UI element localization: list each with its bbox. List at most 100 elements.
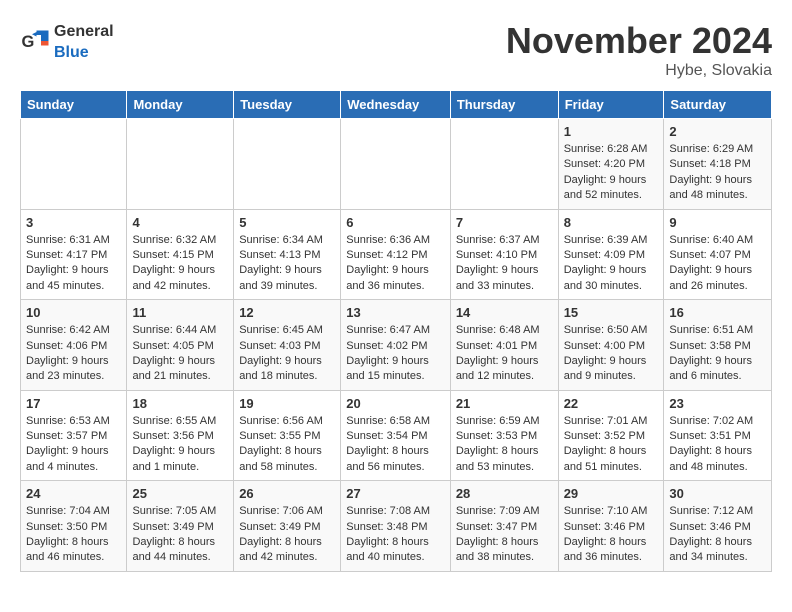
day-cell-1-5: 8 Sunrise: 6:39 AMSunset: 4:09 PMDayligh…: [558, 209, 664, 300]
day-info: Sunrise: 6:53 AMSunset: 3:57 PMDaylight:…: [26, 414, 121, 476]
day-info: Sunrise: 6:36 AMSunset: 4:12 PMDaylight:…: [346, 233, 445, 295]
day-number: 25: [132, 486, 228, 501]
day-info: Sunrise: 7:12 AMSunset: 3:46 PMDaylight:…: [669, 504, 766, 566]
day-number: 21: [456, 396, 553, 411]
day-cell-2-3: 13 Sunrise: 6:47 AMSunset: 4:02 PMDaylig…: [341, 300, 451, 391]
day-info: Sunrise: 6:32 AMSunset: 4:15 PMDaylight:…: [132, 233, 228, 295]
day-cell-2-1: 11 Sunrise: 6:44 AMSunset: 4:05 PMDaylig…: [127, 300, 234, 391]
day-info: Sunrise: 6:34 AMSunset: 4:13 PMDaylight:…: [239, 233, 335, 295]
day-number: 28: [456, 486, 553, 501]
day-number: 4: [132, 215, 228, 230]
day-number: 23: [669, 396, 766, 411]
day-number: 8: [564, 215, 659, 230]
day-cell-0-2: [234, 119, 341, 210]
day-number: 30: [669, 486, 766, 501]
day-cell-0-4: [450, 119, 558, 210]
logo: G General Blue: [20, 20, 114, 62]
day-number: 11: [132, 305, 228, 320]
day-number: 9: [669, 215, 766, 230]
day-cell-1-4: 7 Sunrise: 6:37 AMSunset: 4:10 PMDayligh…: [450, 209, 558, 300]
day-number: 12: [239, 305, 335, 320]
week-row-3: 10 Sunrise: 6:42 AMSunset: 4:06 PMDaylig…: [21, 300, 772, 391]
day-number: 24: [26, 486, 121, 501]
day-cell-4-0: 24 Sunrise: 7:04 AMSunset: 3:50 PMDaylig…: [21, 481, 127, 572]
day-cell-2-0: 10 Sunrise: 6:42 AMSunset: 4:06 PMDaylig…: [21, 300, 127, 391]
logo-general: General: [54, 23, 114, 40]
day-number: 3: [26, 215, 121, 230]
day-info: Sunrise: 6:56 AMSunset: 3:55 PMDaylight:…: [239, 414, 335, 476]
day-cell-4-3: 27 Sunrise: 7:08 AMSunset: 3:48 PMDaylig…: [341, 481, 451, 572]
day-cell-0-3: [341, 119, 451, 210]
day-info: Sunrise: 6:39 AMSunset: 4:09 PMDaylight:…: [564, 233, 659, 295]
header-sunday: Sunday: [21, 91, 127, 119]
day-cell-4-1: 25 Sunrise: 7:05 AMSunset: 3:49 PMDaylig…: [127, 481, 234, 572]
day-info: Sunrise: 6:37 AMSunset: 4:10 PMDaylight:…: [456, 233, 553, 295]
location: Hybe, Slovakia: [506, 62, 772, 80]
day-info: Sunrise: 6:58 AMSunset: 3:54 PMDaylight:…: [346, 414, 445, 476]
day-cell-2-6: 16 Sunrise: 6:51 AMSunset: 3:58 PMDaylig…: [664, 300, 772, 391]
week-row-1: 1 Sunrise: 6:28 AMSunset: 4:20 PMDayligh…: [21, 119, 772, 210]
day-info: Sunrise: 7:08 AMSunset: 3:48 PMDaylight:…: [346, 504, 445, 566]
day-cell-4-2: 26 Sunrise: 7:06 AMSunset: 3:49 PMDaylig…: [234, 481, 341, 572]
weekday-header-row: SundayMondayTuesdayWednesdayThursdayFrid…: [21, 91, 772, 119]
week-row-2: 3 Sunrise: 6:31 AMSunset: 4:17 PMDayligh…: [21, 209, 772, 300]
day-number: 19: [239, 396, 335, 411]
day-cell-2-5: 15 Sunrise: 6:50 AMSunset: 4:00 PMDaylig…: [558, 300, 664, 391]
day-number: 22: [564, 396, 659, 411]
day-info: Sunrise: 6:31 AMSunset: 4:17 PMDaylight:…: [26, 233, 121, 295]
title-block: November 2024 Hybe, Slovakia: [506, 20, 772, 80]
header-saturday: Saturday: [664, 91, 772, 119]
day-info: Sunrise: 6:42 AMSunset: 4:06 PMDaylight:…: [26, 323, 121, 385]
day-number: 26: [239, 486, 335, 501]
day-number: 6: [346, 215, 445, 230]
day-cell-2-2: 12 Sunrise: 6:45 AMSunset: 4:03 PMDaylig…: [234, 300, 341, 391]
svg-text:G: G: [22, 33, 35, 51]
week-row-5: 24 Sunrise: 7:04 AMSunset: 3:50 PMDaylig…: [21, 481, 772, 572]
day-cell-0-5: 1 Sunrise: 6:28 AMSunset: 4:20 PMDayligh…: [558, 119, 664, 210]
day-info: Sunrise: 6:29 AMSunset: 4:18 PMDaylight:…: [669, 142, 766, 204]
day-cell-1-6: 9 Sunrise: 6:40 AMSunset: 4:07 PMDayligh…: [664, 209, 772, 300]
day-cell-3-6: 23 Sunrise: 7:02 AMSunset: 3:51 PMDaylig…: [664, 390, 772, 481]
calendar-table: SundayMondayTuesdayWednesdayThursdayFrid…: [20, 90, 772, 572]
day-cell-3-4: 21 Sunrise: 6:59 AMSunset: 3:53 PMDaylig…: [450, 390, 558, 481]
day-cell-3-5: 22 Sunrise: 7:01 AMSunset: 3:52 PMDaylig…: [558, 390, 664, 481]
header-monday: Monday: [127, 91, 234, 119]
day-info: Sunrise: 6:59 AMSunset: 3:53 PMDaylight:…: [456, 414, 553, 476]
day-number: 13: [346, 305, 445, 320]
day-info: Sunrise: 6:50 AMSunset: 4:00 PMDaylight:…: [564, 323, 659, 385]
day-cell-4-5: 29 Sunrise: 7:10 AMSunset: 3:46 PMDaylig…: [558, 481, 664, 572]
day-info: Sunrise: 6:28 AMSunset: 4:20 PMDaylight:…: [564, 142, 659, 204]
logo-icon: G: [20, 26, 50, 56]
logo-blue: Blue: [54, 44, 89, 61]
day-number: 1: [564, 124, 659, 139]
day-number: 16: [669, 305, 766, 320]
page-header: G General Blue November 2024 Hybe, Slova…: [20, 20, 772, 80]
day-info: Sunrise: 6:48 AMSunset: 4:01 PMDaylight:…: [456, 323, 553, 385]
day-info: Sunrise: 7:09 AMSunset: 3:47 PMDaylight:…: [456, 504, 553, 566]
day-number: 17: [26, 396, 121, 411]
day-cell-3-1: 18 Sunrise: 6:55 AMSunset: 3:56 PMDaylig…: [127, 390, 234, 481]
day-info: Sunrise: 7:06 AMSunset: 3:49 PMDaylight:…: [239, 504, 335, 566]
day-info: Sunrise: 7:02 AMSunset: 3:51 PMDaylight:…: [669, 414, 766, 476]
week-row-4: 17 Sunrise: 6:53 AMSunset: 3:57 PMDaylig…: [21, 390, 772, 481]
header-friday: Friday: [558, 91, 664, 119]
day-info: Sunrise: 6:40 AMSunset: 4:07 PMDaylight:…: [669, 233, 766, 295]
day-number: 18: [132, 396, 228, 411]
day-info: Sunrise: 6:45 AMSunset: 4:03 PMDaylight:…: [239, 323, 335, 385]
day-info: Sunrise: 7:04 AMSunset: 3:50 PMDaylight:…: [26, 504, 121, 566]
day-cell-0-0: [21, 119, 127, 210]
day-cell-1-1: 4 Sunrise: 6:32 AMSunset: 4:15 PMDayligh…: [127, 209, 234, 300]
day-cell-3-3: 20 Sunrise: 6:58 AMSunset: 3:54 PMDaylig…: [341, 390, 451, 481]
day-cell-3-2: 19 Sunrise: 6:56 AMSunset: 3:55 PMDaylig…: [234, 390, 341, 481]
day-cell-4-4: 28 Sunrise: 7:09 AMSunset: 3:47 PMDaylig…: [450, 481, 558, 572]
header-wednesday: Wednesday: [341, 91, 451, 119]
day-number: 10: [26, 305, 121, 320]
day-info: Sunrise: 6:44 AMSunset: 4:05 PMDaylight:…: [132, 323, 228, 385]
day-info: Sunrise: 7:01 AMSunset: 3:52 PMDaylight:…: [564, 414, 659, 476]
month-title: November 2024: [506, 20, 772, 62]
day-cell-4-6: 30 Sunrise: 7:12 AMSunset: 3:46 PMDaylig…: [664, 481, 772, 572]
day-number: 14: [456, 305, 553, 320]
day-info: Sunrise: 7:10 AMSunset: 3:46 PMDaylight:…: [564, 504, 659, 566]
day-info: Sunrise: 6:47 AMSunset: 4:02 PMDaylight:…: [346, 323, 445, 385]
day-number: 15: [564, 305, 659, 320]
